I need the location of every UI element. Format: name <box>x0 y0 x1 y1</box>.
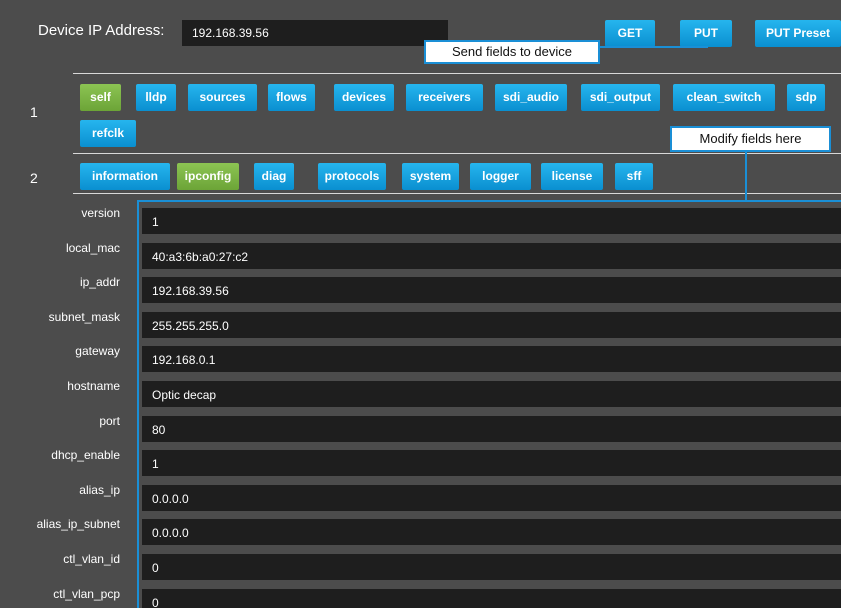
tab-sdi-audio[interactable]: sdi_audio <box>495 84 567 111</box>
row2-number: 2 <box>30 170 38 186</box>
field-input-alias-ip-subnet[interactable]: 0.0.0.0 <box>142 519 841 546</box>
tab-lldp[interactable]: lldp <box>136 84 176 111</box>
row2-bottom-divider <box>73 193 841 194</box>
field-label-ctl-vlan-pcp: ctl_vlan_pcp <box>53 586 120 601</box>
field-input-ctl-vlan-id[interactable]: 0 <box>142 554 841 580</box>
field-label-port: port <box>99 413 120 428</box>
modify-callout-line <box>745 152 747 200</box>
device-ip-label: Device IP Address: <box>38 22 165 39</box>
subtab-license[interactable]: license <box>541 163 603 190</box>
field-label-version: version <box>81 206 120 220</box>
field-input-port[interactable]: 80 <box>142 415 841 442</box>
field-label-ip-addr: ip_addr <box>79 275 120 290</box>
field-input-dhcp-enable[interactable]: 1 <box>142 450 841 477</box>
row1-top-divider <box>73 73 841 74</box>
field-input-ctl-vlan-pcp[interactable]: 0 <box>142 588 841 608</box>
tab-self[interactable]: self <box>80 84 121 111</box>
subtab-information[interactable]: information <box>80 163 170 190</box>
subtab-system[interactable]: system <box>402 163 459 190</box>
field-input-hostname[interactable]: Optic decap <box>142 381 841 407</box>
subtab-sff[interactable]: sff <box>615 163 653 190</box>
field-label-gateway: gateway <box>75 344 120 359</box>
send-callout-line-h <box>598 46 708 48</box>
tab-sources[interactable]: sources <box>188 84 257 111</box>
tab-sdi-output[interactable]: sdi_output <box>581 84 660 111</box>
row1-bottom-divider <box>73 153 841 154</box>
subtab-diag[interactable]: diag <box>254 163 294 190</box>
put-preset-button[interactable]: PUT Preset <box>755 20 841 47</box>
field-label-local-mac: local_mac <box>65 240 120 255</box>
tab-flows[interactable]: flows <box>268 84 315 111</box>
tab-refclk[interactable]: refclk <box>80 120 136 147</box>
modify-callout: Modify fields here <box>670 126 831 152</box>
device-config-panel: Device IP Address: 192.168.39.56 GET PUT… <box>0 0 841 608</box>
subtab-logger[interactable]: logger <box>470 163 531 190</box>
field-label-alias-ip-subnet: alias_ip_subnet <box>36 517 120 532</box>
field-input-version[interactable]: 1 <box>142 208 841 234</box>
field-label-hostname: hostname <box>67 379 120 393</box>
tab-sdp[interactable]: sdp <box>787 84 825 111</box>
field-label-alias-ip: alias_ip <box>79 482 120 497</box>
get-button[interactable]: GET <box>605 20 655 47</box>
row1-number: 1 <box>30 104 38 120</box>
tab-receivers[interactable]: receivers <box>406 84 483 111</box>
field-input-gateway[interactable]: 192.168.0.1 <box>142 346 841 373</box>
field-label-ctl-vlan-id: ctl_vlan_id <box>63 552 120 566</box>
send-callout: Send fields to device <box>424 40 600 64</box>
field-label-subnet-mask: subnet_mask <box>48 309 120 324</box>
subtab-protocols[interactable]: protocols <box>318 163 386 190</box>
device-ip-input[interactable]: 192.168.39.56 <box>182 20 448 46</box>
field-input-ip-addr[interactable]: 192.168.39.56 <box>142 277 841 304</box>
field-input-subnet-mask[interactable]: 255.255.255.0 <box>142 311 841 338</box>
tab-clean-switch[interactable]: clean_switch <box>673 84 775 111</box>
tab-devices[interactable]: devices <box>334 84 394 111</box>
field-input-local-mac[interactable]: 40:a3:6b:a0:27:c2 <box>142 242 841 269</box>
put-button[interactable]: PUT <box>680 20 732 47</box>
field-input-alias-ip[interactable]: 0.0.0.0 <box>142 484 841 511</box>
field-label-dhcp-enable: dhcp_enable <box>51 448 120 463</box>
subtab-ipconfig[interactable]: ipconfig <box>177 163 239 190</box>
